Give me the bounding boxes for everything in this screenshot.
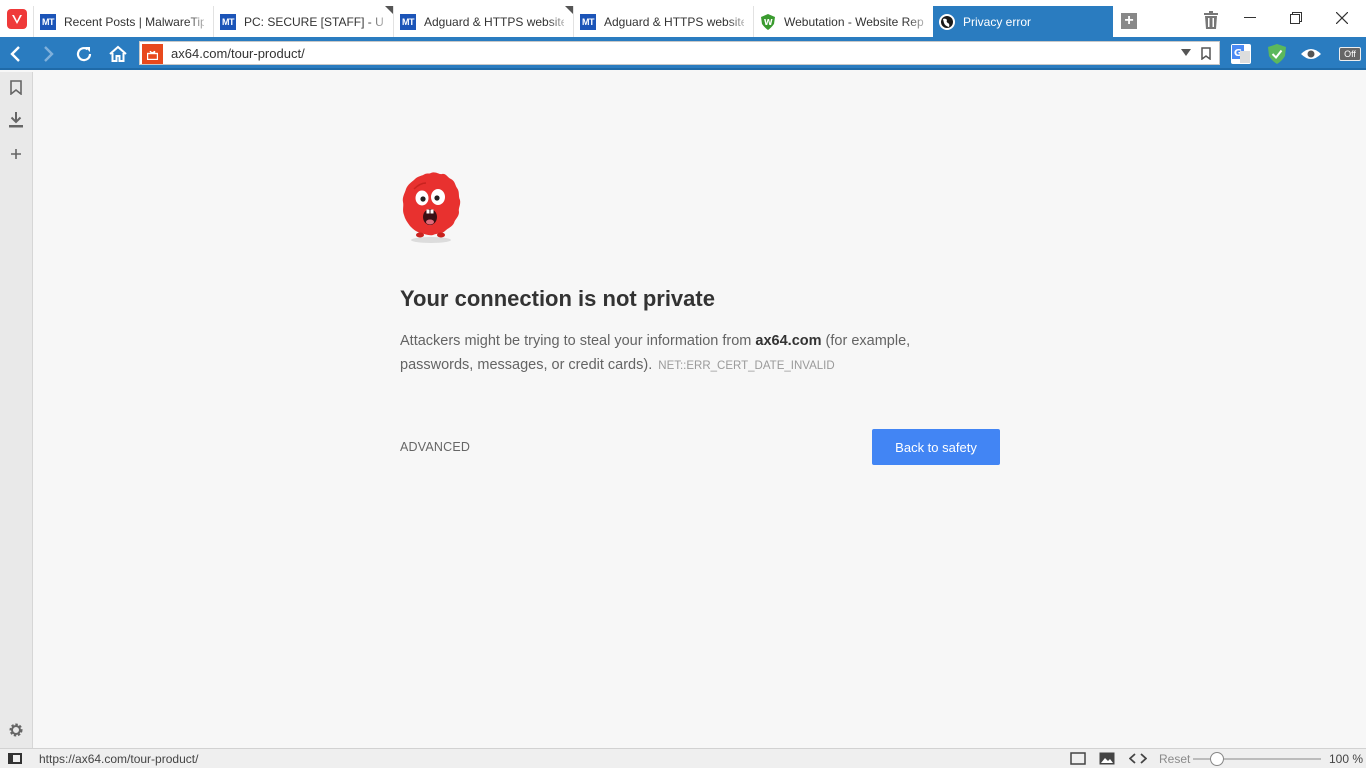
settings-gear-icon[interactable] <box>8 722 24 738</box>
home-button[interactable] <box>103 37 133 70</box>
webutation-favicon-icon: W <box>760 13 776 30</box>
tab-3[interactable]: MT Adguard & HTTPS websites <box>573 6 753 37</box>
url-history-dropdown-icon[interactable] <box>1181 49 1191 56</box>
insecure-lock-icon[interactable] <box>142 44 163 64</box>
error-code[interactable]: NET::ERR_CERT_DATE_INVALID <box>658 360 834 372</box>
globe-favicon-icon <box>939 13 955 30</box>
status-bar: https://ax64.com/tour-product/ Reset 100… <box>0 748 1366 768</box>
tab-stack-indicator-icon <box>385 6 393 14</box>
shield-icon[interactable] <box>1265 42 1289 66</box>
back-to-safety-button[interactable]: Back to safety <box>872 429 1000 465</box>
malwaretips-favicon-icon: MT <box>400 13 416 30</box>
advanced-button[interactable]: ADVANCED <box>400 440 470 454</box>
eye-icon[interactable] <box>1299 42 1323 66</box>
add-web-panel-icon[interactable] <box>8 146 24 162</box>
page-tiling-icon[interactable] <box>1070 752 1086 765</box>
close-window-button[interactable] <box>1319 6 1365 30</box>
page-actions-icon[interactable] <box>1128 752 1148 765</box>
off-badge: Off <box>1339 47 1361 61</box>
status-url: https://ax64.com/tour-product/ <box>39 752 199 766</box>
address-field[interactable]: ax64.com/tour-product/ <box>139 41 1220 65</box>
side-panel <box>0 72 33 748</box>
tab-title: PC: SECURE [STAFF] - Umbra <box>244 14 384 29</box>
tab-1[interactable]: MT PC: SECURE [STAFF] - Umbra <box>213 6 393 37</box>
malwaretips-favicon-icon: MT <box>40 13 56 30</box>
bookmark-page-icon[interactable] <box>1201 47 1211 61</box>
zoom-slider-handle[interactable] <box>1210 752 1224 766</box>
svg-text:W: W <box>764 18 773 27</box>
tab-strip: MT Recent Posts | MalwareTips MT PC: SEC… <box>0 0 1366 37</box>
minimize-button[interactable] <box>1227 6 1273 30</box>
tab-0[interactable]: MT Recent Posts | MalwareTips <box>33 6 213 37</box>
tab-title: Privacy error <box>963 14 1032 29</box>
navigation-bar: ax64.com/tour-product/ G Off <box>0 37 1366 70</box>
privacy-error-page: Your connection is not private Attackers… <box>34 72 1366 748</box>
url-text[interactable]: ax64.com/tour-product/ <box>171 46 305 61</box>
tab-2[interactable]: MT Adguard & HTTPS websites <box>393 6 573 37</box>
zoom-reset-button[interactable]: Reset <box>1159 752 1190 766</box>
message-prefix: Attackers might be trying to steal your … <box>400 333 756 349</box>
bookmarks-panel-icon[interactable] <box>8 79 24 95</box>
forward-button[interactable] <box>34 37 64 70</box>
tab-stack-indicator-icon <box>565 6 573 14</box>
tab-title: Adguard & HTTPS websites <box>424 14 564 29</box>
tab-5-active[interactable]: Privacy error <box>933 6 1113 37</box>
extension-off-button[interactable]: Off <box>1338 42 1362 66</box>
red-monster-illustration-icon <box>400 169 462 245</box>
page-title: Your connection is not private <box>400 286 715 311</box>
malwaretips-favicon-icon: MT <box>580 13 596 30</box>
reload-button[interactable] <box>69 37 99 70</box>
zoom-level: 100 % <box>1329 752 1364 766</box>
images-toggle-icon[interactable] <box>1099 752 1115 765</box>
toggle-panel-icon[interactable] <box>8 753 22 764</box>
trash-icon[interactable] <box>1203 11 1219 29</box>
vivaldi-menu-button[interactable] <box>0 0 33 37</box>
vivaldi-logo-icon <box>6 8 27 29</box>
new-tab-button[interactable]: + <box>1121 13 1137 29</box>
back-button[interactable] <box>0 37 30 70</box>
tab-title: Recent Posts | MalwareTips <box>64 14 204 29</box>
downloads-panel-icon[interactable] <box>8 112 24 128</box>
tab-title: Webutation - Website Reputation <box>784 14 924 29</box>
error-description: Attackers might be trying to steal your … <box>400 329 960 378</box>
restore-button[interactable] <box>1273 6 1319 30</box>
tab-4[interactable]: W Webutation - Website Reputation <box>753 6 933 37</box>
translate-extension-icon[interactable]: G <box>1229 42 1253 66</box>
malwaretips-favicon-icon: MT <box>220 13 236 30</box>
tab-title: Adguard & HTTPS websites <box>604 14 744 29</box>
domain-name: ax64.com <box>755 333 822 349</box>
